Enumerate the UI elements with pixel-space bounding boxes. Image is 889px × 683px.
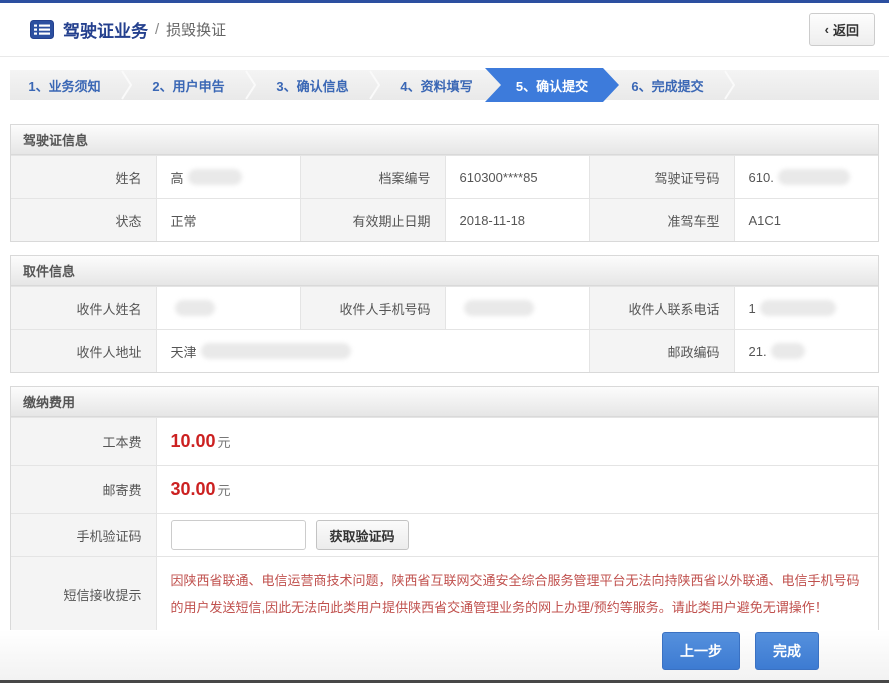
table-row: 手机验证码 获取验证码 xyxy=(11,513,878,556)
breadcrumb-current: 损毁换证 xyxy=(166,19,226,40)
footer-action-bar: 上一步 完成 xyxy=(0,630,889,680)
recipient-name-label: 收件人姓名 xyxy=(11,287,156,329)
step-separator-icon xyxy=(722,70,737,100)
back-chevron-icon: ‹ xyxy=(825,22,829,37)
table-row: 邮寄费 30.00 元 xyxy=(11,465,878,513)
postage-fee-label: 邮寄费 xyxy=(11,466,156,513)
table-row: 工本费 10.00 元 xyxy=(11,417,878,465)
valid-until-value: 2018-11-18 xyxy=(445,199,590,241)
postage-fee-amount: 30.00 xyxy=(171,479,216,500)
sms-code-input[interactable] xyxy=(171,520,306,550)
recipient-mobile-label: 收件人手机号码 xyxy=(300,287,445,329)
pickup-section-title: 取件信息 xyxy=(11,256,878,286)
recipient-phone-label: 收件人联系电话 xyxy=(589,287,734,329)
vehicle-class-value: A1C1 xyxy=(734,199,879,241)
production-fee-value: 10.00 元 xyxy=(156,418,879,465)
production-fee-label: 工本费 xyxy=(11,418,156,465)
redaction-smudge xyxy=(778,169,850,185)
get-code-button[interactable]: 获取验证码 xyxy=(316,520,409,550)
recipient-address-label: 收件人地址 xyxy=(11,330,156,372)
step-bar-filler xyxy=(737,70,879,100)
fees-section: 缴纳费用 工本费 10.00 元 邮寄费 30.00 元 手机验证码 获取验证码… xyxy=(10,386,879,633)
back-button-label: 返回 xyxy=(833,20,859,39)
redaction-smudge xyxy=(760,300,836,316)
table-row: 姓名 高 档案编号 610300****85 驾驶证号码 610. xyxy=(11,155,878,198)
step-2-user-declaration[interactable]: 2、用户申告 xyxy=(134,70,243,100)
file-no-label: 档案编号 xyxy=(300,156,445,198)
sms-notice-text: 因陕西省联通、电信运营商技术问题，陕西省互联网交通安全综合服务管理平台无法向持陕… xyxy=(171,557,865,632)
postage-fee-unit: 元 xyxy=(218,480,231,499)
step-separator-icon xyxy=(243,70,258,100)
back-button[interactable]: ‹ 返回 xyxy=(809,13,875,46)
pickup-info-section: 取件信息 收件人姓名 收件人手机号码 收件人联系电话 1 收件人地址 天津 邮政… xyxy=(10,255,879,373)
sms-code-label: 手机验证码 xyxy=(11,514,156,556)
postal-code-label: 邮政编码 xyxy=(589,330,734,372)
finish-button[interactable]: 完成 xyxy=(755,632,819,670)
table-row: 收件人地址 天津 邮政编码 21. xyxy=(11,329,878,372)
step-4-fill-data[interactable]: 4、资料填写 xyxy=(382,70,491,100)
recipient-name-value xyxy=(156,287,301,329)
table-row: 收件人姓名 收件人手机号码 收件人联系电话 1 xyxy=(11,286,878,329)
status-label: 状态 xyxy=(11,199,156,241)
valid-until-label: 有效期止日期 xyxy=(300,199,445,241)
breadcrumb-separator: / xyxy=(155,21,159,38)
step-6-complete-submit[interactable]: 6、完成提交 xyxy=(613,70,722,100)
page-title: 驾驶证业务 xyxy=(63,17,148,42)
step-separator-icon xyxy=(119,70,134,100)
recipient-phone-value: 1 xyxy=(734,287,879,329)
step-separator-icon xyxy=(367,70,382,100)
vehicle-class-label: 准驾车型 xyxy=(589,199,734,241)
license-section-title: 驾驶证信息 xyxy=(11,125,878,155)
page-header: 驾驶证业务 / 损毁换证 ‹ 返回 xyxy=(0,3,889,57)
sms-code-cell: 获取验证码 xyxy=(156,514,879,556)
postage-fee-value: 30.00 元 xyxy=(156,466,879,513)
redaction-smudge xyxy=(201,343,351,359)
redaction-smudge xyxy=(188,169,242,185)
redaction-smudge xyxy=(771,343,805,359)
step-3-confirm-info[interactable]: 3、确认信息 xyxy=(258,70,367,100)
license-no-value: 610. xyxy=(734,156,879,198)
fees-section-title: 缴纳费用 xyxy=(11,387,878,417)
step-wizard: 1、业务须知 2、用户申告 3、确认信息 4、资料填写 5、确认提交 6、完成提… xyxy=(10,70,879,100)
redaction-smudge xyxy=(175,300,215,316)
file-no-value: 610300****85 xyxy=(445,156,590,198)
status-value: 正常 xyxy=(156,199,301,241)
previous-step-button[interactable]: 上一步 xyxy=(662,632,740,670)
license-no-label: 驾驶证号码 xyxy=(589,156,734,198)
recipient-address-value: 天津 xyxy=(156,330,590,372)
redaction-smudge xyxy=(464,300,534,316)
recipient-mobile-value xyxy=(445,287,590,329)
license-info-section: 驾驶证信息 姓名 高 档案编号 610300****85 驾驶证号码 610. … xyxy=(10,124,879,242)
production-fee-unit: 元 xyxy=(218,432,231,451)
step-1-business-notice[interactable]: 1、业务须知 xyxy=(10,70,119,100)
step-5-confirm-submit-active[interactable]: 5、确认提交 xyxy=(485,68,619,102)
name-label: 姓名 xyxy=(11,156,156,198)
production-fee-amount: 10.00 xyxy=(171,431,216,452)
name-value: 高 xyxy=(156,156,301,198)
sms-notice-cell: 因陕西省联通、电信运营商技术问题，陕西省互联网交通安全综合服务管理平台无法向持陕… xyxy=(156,557,879,632)
table-row: 短信接收提示 因陕西省联通、电信运营商技术问题，陕西省互联网交通安全综合服务管理… xyxy=(11,556,878,632)
table-row: 状态 正常 有效期止日期 2018-11-18 准驾车型 A1C1 xyxy=(11,198,878,241)
postal-code-value: 21. xyxy=(734,330,879,372)
license-list-icon xyxy=(30,20,54,39)
sms-notice-label: 短信接收提示 xyxy=(11,557,156,632)
